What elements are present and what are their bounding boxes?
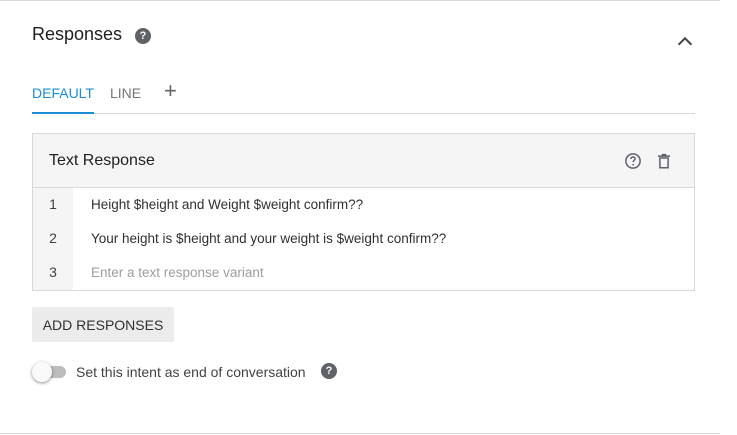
card-title: Text Response — [49, 152, 155, 169]
response-input[interactable]: Enter a text response variant — [91, 265, 264, 280]
section-title: Responses — [32, 24, 123, 44]
tab-default[interactable]: DEFAULT — [32, 80, 94, 114]
row-number: 3 — [49, 264, 57, 280]
add-tab-icon[interactable]: + — [164, 80, 177, 102]
response-text[interactable]: Height $height and Weight $weight confir… — [91, 197, 363, 212]
help-icon[interactable]: ? — [135, 28, 151, 44]
response-row[interactable]: 3 Enter a text response variant — [33, 256, 694, 290]
response-text[interactable]: Your height is $height and your weight i… — [91, 231, 446, 246]
help-icon[interactable]: ? — [321, 363, 337, 379]
row-number: 1 — [49, 196, 57, 212]
response-tabs: DEFAULT LINE + — [32, 80, 695, 114]
trash-icon[interactable] — [655, 152, 673, 170]
card-header: Text Response — [33, 134, 694, 188]
add-responses-button[interactable]: ADD RESPONSES — [32, 307, 174, 342]
response-row[interactable]: 1 Height $height and Weight $weight conf… — [33, 188, 694, 222]
row-number: 2 — [49, 230, 57, 246]
toggle-thumb — [32, 362, 52, 382]
bottom-divider — [0, 433, 720, 434]
response-row[interactable]: 2 Your height is $height and your weight… — [33, 222, 694, 256]
toggle-label: Set this intent as end of conversation — [76, 364, 306, 380]
chevron-up-icon[interactable] — [674, 30, 696, 52]
tab-line[interactable]: LINE — [110, 80, 141, 113]
text-response-card: Text Response 1 Height $height and Weigh… — [32, 133, 695, 291]
help-outline-icon[interactable] — [624, 152, 642, 170]
top-divider — [0, 0, 720, 1]
end-conversation-toggle[interactable] — [32, 362, 68, 382]
